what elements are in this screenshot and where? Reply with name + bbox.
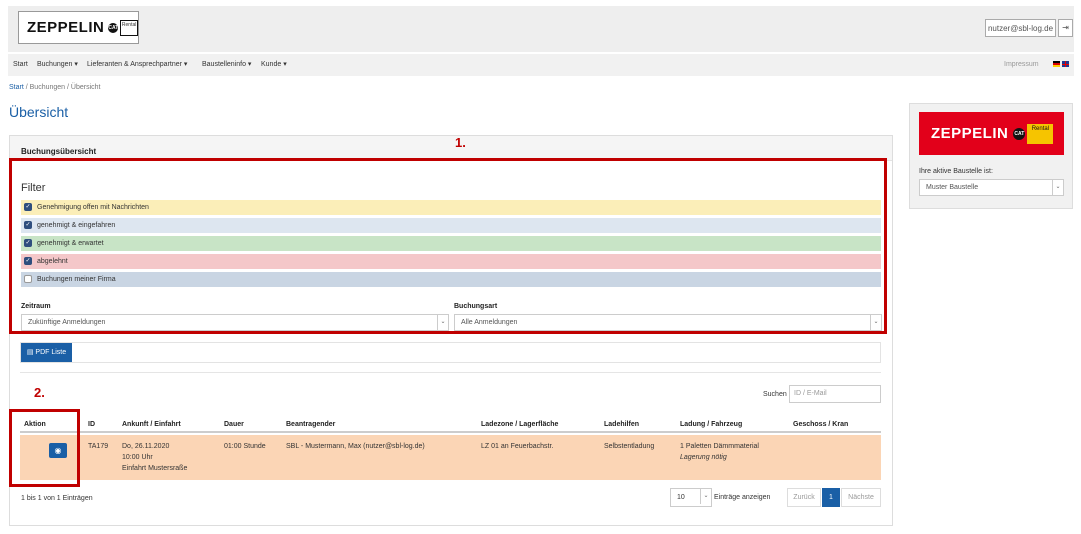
col-header-load[interactable]: Ladung / Fahrzeug bbox=[680, 421, 742, 428]
chevron-down-icon: ⌄ bbox=[1052, 180, 1063, 195]
toolbar bbox=[20, 342, 881, 363]
nav-item-kunde[interactable]: Kunde ▾ bbox=[261, 54, 287, 76]
breadcrumb-start[interactable]: Start bbox=[9, 84, 24, 91]
prev-page-button[interactable]: Zurück bbox=[787, 488, 821, 507]
cell-zone: LZ 01 an Feuerbachstr. bbox=[481, 443, 554, 450]
caret-down-icon: ▾ bbox=[281, 61, 287, 68]
chevron-down-icon: ⌄ bbox=[700, 489, 711, 504]
logo-text: ZEPPELIN bbox=[27, 19, 105, 36]
nav-label: Lieferanten & Ansprechpartner bbox=[87, 61, 182, 68]
active-site-label: Ihre aktive Baustelle ist: bbox=[919, 168, 993, 175]
cell-duration: 01:00 Stunde bbox=[224, 443, 266, 450]
callout-2: 2. bbox=[34, 385, 45, 400]
cell-id: TA179 bbox=[88, 443, 109, 450]
nav-item-start[interactable]: Start bbox=[13, 54, 28, 76]
search-label: Suchen bbox=[763, 391, 787, 398]
caret-down-icon: ▾ bbox=[181, 61, 188, 68]
side-logo-text: ZEPPELIN bbox=[931, 125, 1009, 142]
arrival-time: 10:00 Uhr bbox=[122, 454, 153, 461]
page-title: Übersicht bbox=[9, 104, 69, 120]
load-text: 1 Paletten Dämmmaterial bbox=[680, 443, 759, 450]
pdf-button-label: PDF Liste bbox=[35, 349, 67, 356]
german-flag-icon[interactable] bbox=[1053, 61, 1060, 67]
english-flag-icon[interactable] bbox=[1062, 61, 1069, 67]
cell-arrival: Do, 26.11.2020 10:00 Uhr Einfahrt Muster… bbox=[122, 441, 187, 474]
col-header-id[interactable]: ID bbox=[88, 421, 95, 428]
cell-load: 1 Paletten Dämmmaterial Lagerung nötig bbox=[680, 441, 759, 463]
caret-down-icon: ▾ bbox=[245, 61, 252, 68]
impressum-link[interactable]: Impressum bbox=[1004, 54, 1039, 76]
top-header bbox=[8, 6, 1074, 52]
table-info: 1 bis 1 von 1 Einträgen bbox=[21, 495, 93, 502]
rental-logo-icon: Rental bbox=[1027, 123, 1054, 144]
col-header-requester[interactable]: Beantragender bbox=[286, 421, 335, 428]
cat-logo-icon: CAT bbox=[1013, 127, 1026, 140]
col-header-duration[interactable]: Dauer bbox=[224, 421, 244, 428]
page-length-select[interactable]: 10 ⌄ bbox=[670, 488, 712, 507]
active-site-value: Muster Baustelle bbox=[926, 184, 979, 191]
arrival-gate: Einfahrt Mustersraße bbox=[122, 465, 188, 472]
logout-icon: ⇥ bbox=[1062, 23, 1069, 32]
logout-button[interactable]: ⇥ bbox=[1058, 19, 1073, 37]
next-page-button[interactable]: Nächste bbox=[841, 488, 881, 507]
col-header-floor[interactable]: Geschoss / Kran bbox=[793, 421, 848, 428]
active-site-select[interactable]: Muster Baustelle ⌄ bbox=[919, 179, 1064, 196]
nav-item-baustelleninfo[interactable]: Baustelleninfo ▾ bbox=[202, 54, 251, 76]
pdf-list-button[interactable]: ▤ PDF Liste bbox=[21, 343, 72, 362]
zeppelin-logo[interactable]: ZEPPELIN CAT Rental bbox=[18, 11, 139, 44]
nav-item-buchungen[interactable]: Buchungen ▾ bbox=[37, 54, 78, 76]
nav-label: Kunde bbox=[261, 61, 282, 68]
callout-1: 1. bbox=[455, 135, 466, 150]
breadcrumb-current: Übersicht bbox=[70, 84, 101, 91]
page-button-1[interactable]: 1 bbox=[822, 488, 840, 507]
panel-title: Buchungsübersicht bbox=[21, 147, 97, 156]
table-header-border bbox=[20, 431, 881, 433]
cell-requester: SBL - Mustermann, Max (nutzer@sbl-log.de… bbox=[286, 443, 425, 450]
nav-label: Buchungen bbox=[37, 61, 73, 68]
arrival-date: Do, 26.11.2020 bbox=[122, 443, 170, 450]
breadcrumb: Start / Buchungen / Übersicht bbox=[9, 84, 101, 91]
col-header-aids[interactable]: Ladehilfen bbox=[604, 421, 639, 428]
user-email-button[interactable]: nutzer@sbl-log.de bbox=[985, 19, 1056, 37]
filter-highlight-frame bbox=[9, 158, 887, 334]
cat-logo-icon: CAT bbox=[108, 22, 119, 33]
aktion-highlight-frame bbox=[9, 409, 80, 487]
page-length-label: Einträge anzeigen bbox=[714, 494, 771, 501]
rental-logo-icon: Rental bbox=[120, 19, 138, 36]
col-header-arrival[interactable]: Ankunft / Einfahrt bbox=[122, 421, 181, 428]
page-length-value: 10 bbox=[677, 494, 685, 501]
zeppelin-rental-logo: ZEPPELIN CAT Rental bbox=[919, 112, 1064, 155]
nav-item-lieferanten[interactable]: Lieferanten & Ansprechpartner ▾ bbox=[87, 54, 187, 76]
caret-down-icon: ▾ bbox=[72, 61, 78, 68]
search-input[interactable]: ID / E-Mail bbox=[789, 385, 881, 403]
load-note: Lagerung nötig bbox=[680, 454, 727, 461]
breadcrumb-buchungen[interactable]: Buchungen bbox=[30, 84, 65, 91]
col-header-zone[interactable]: Ladezone / Lagerfläche bbox=[481, 421, 558, 428]
cell-aids: Selbstentladung bbox=[604, 443, 655, 450]
nav-label: Baustelleninfo bbox=[202, 61, 246, 68]
divider bbox=[20, 372, 881, 373]
